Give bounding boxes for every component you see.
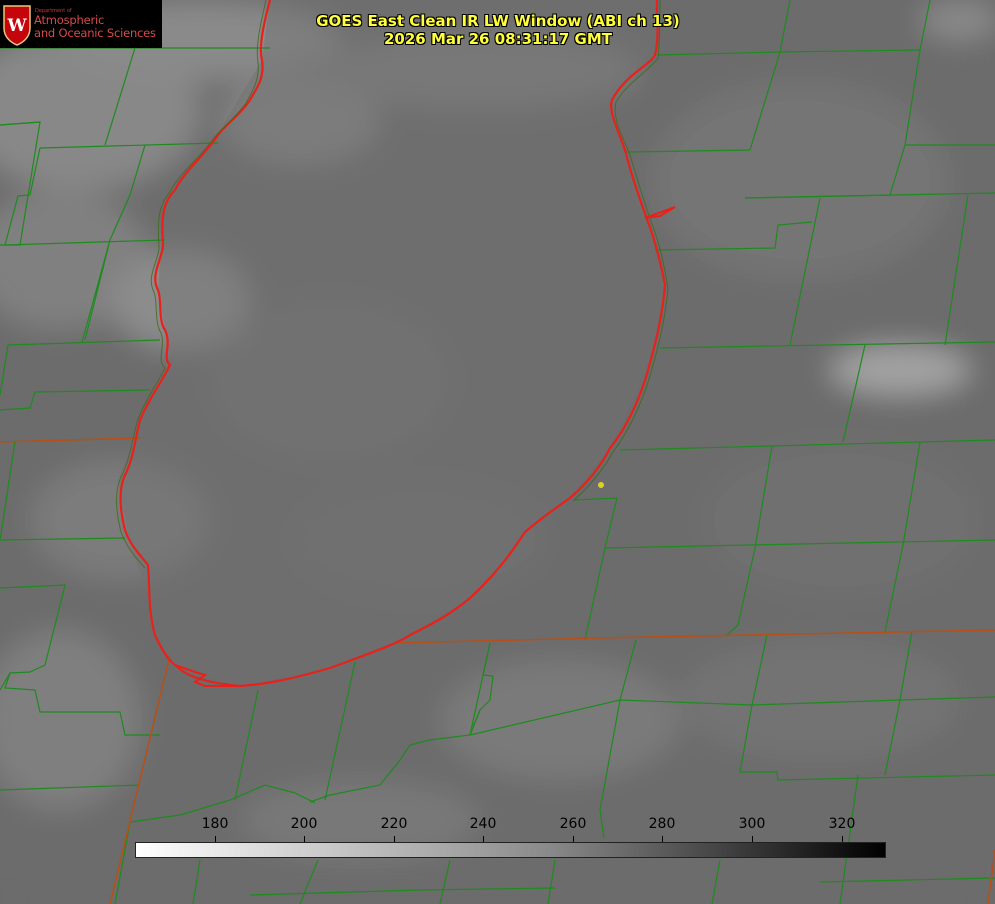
logo-line-oceanic: and Oceanic Sciences (34, 26, 156, 40)
colorbar-gradient (135, 842, 886, 858)
colorbar-tick-label: 200 (290, 816, 318, 832)
logo-line-atmospheric: Atmospheric (34, 13, 105, 27)
title-product: GOES East Clean IR LW Window (ABI ch 13) (316, 12, 680, 30)
colorbar-tick-label: 220 (380, 816, 408, 832)
title-timestamp: 2026 Mar 26 08:31:17 GMT (383, 30, 613, 48)
colorbar-tick-label: 280 (648, 816, 676, 832)
uw-crest-icon: W (3, 5, 31, 46)
image-title: GOES East Clean IR LW Window (ABI ch 13)… (300, 12, 696, 48)
colorbar-tick-label: 260 (559, 816, 587, 832)
colorbar-tick-label: 180 (201, 816, 229, 832)
svg-text:W: W (6, 16, 27, 36)
colorbar-tick-label: 320 (828, 816, 856, 832)
colorbar-tick-label: 240 (469, 816, 497, 832)
aos-logo: W Department of Atmospheric and Oceanic … (0, 0, 162, 48)
satellite-map (0, 0, 995, 904)
satellite-image-view: W Department of Atmospheric and Oceanic … (0, 0, 995, 904)
location-marker (598, 482, 604, 488)
colorbar-tick-label: 300 (738, 816, 766, 832)
